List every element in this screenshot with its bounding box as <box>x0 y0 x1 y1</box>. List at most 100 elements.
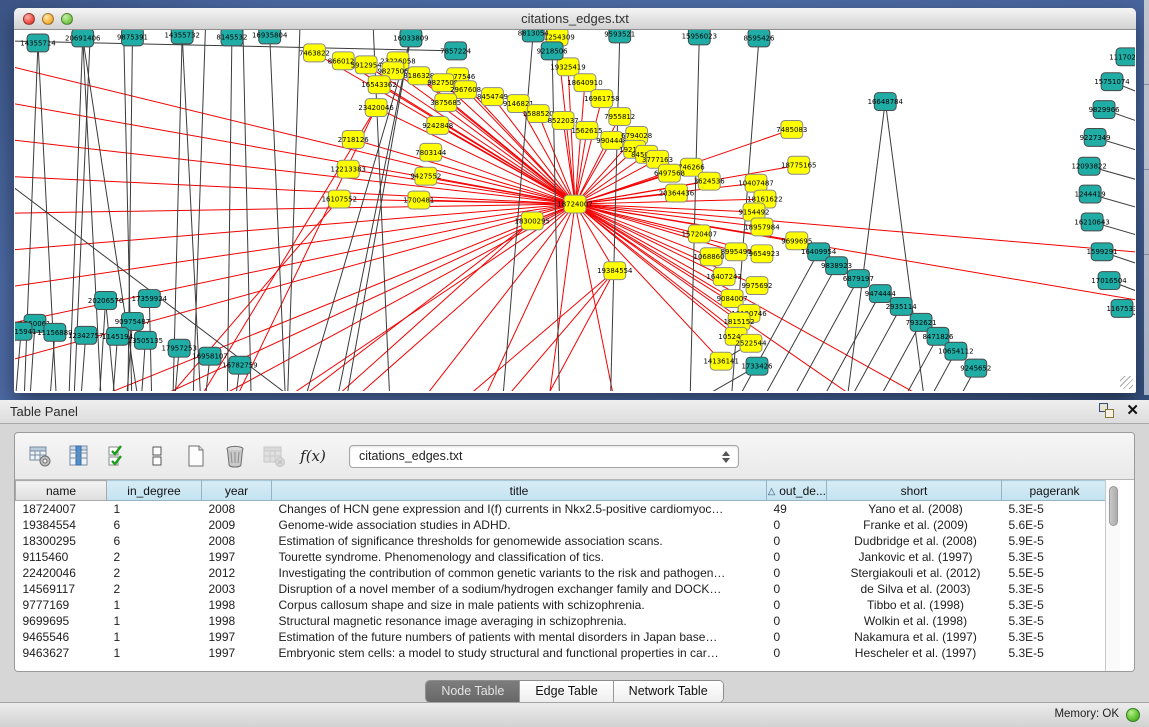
graph-node[interactable]: 14355732 <box>164 30 199 44</box>
graph-node[interactable]: 3624536 <box>694 172 725 190</box>
graph-node[interactable]: 7803144 <box>415 143 447 161</box>
table-row[interactable]: 911546021997Tourette syndrome. Phenomeno… <box>16 549 1108 565</box>
graph-node[interactable]: 18300295 <box>515 212 550 230</box>
table-cell: 0 <box>767 549 827 565</box>
function-builder-icon[interactable]: f(x) <box>298 440 328 472</box>
graph-node[interactable]: 9227349 <box>1080 128 1111 146</box>
table-cell: Stergiakouli et al. (2012) <box>827 565 1002 581</box>
graph-node[interactable]: 1700481 <box>403 191 434 209</box>
graph-node[interactable]: 16033809 <box>393 30 428 47</box>
graph-node[interactable]: 11170243 <box>1109 48 1135 66</box>
tab-node-table[interactable]: Node Table <box>426 681 520 702</box>
close-panel-icon[interactable]: ✕ <box>1126 403 1139 418</box>
graph-node-label: 12093822 <box>1071 163 1106 171</box>
graph-node[interactable]: 9975692 <box>742 277 773 295</box>
column-select-icon[interactable] <box>64 440 94 472</box>
graph-node[interactable]: 17359924 <box>132 290 168 308</box>
graph-edge <box>835 306 902 391</box>
table-scrollbar[interactable] <box>1105 480 1120 672</box>
graph-node[interactable]: 1244419 <box>1075 185 1106 203</box>
tab-edge-table[interactable]: Edge Table <box>520 681 613 702</box>
column-header-short[interactable]: short <box>827 481 1002 501</box>
graph-edge <box>431 271 615 391</box>
column-header-year[interactable]: year <box>202 481 272 501</box>
network-graph[interactable]: 1872400718300295193845547463822866012859… <box>15 30 1135 391</box>
column-header-pagerank[interactable]: pagerank <box>1002 481 1108 501</box>
graph-node[interactable]: 16935804 <box>252 30 288 44</box>
table-panel-title: Table Panel <box>10 404 78 419</box>
graph-node[interactable]: 9593521 <box>604 30 635 43</box>
graph-node[interactable]: 6879197 <box>843 270 874 288</box>
graph-node[interactable]: 2522544 <box>736 334 768 352</box>
table-selector-dropdown[interactable]: citations_edges.txt <box>349 445 739 468</box>
graph-node[interactable]: 6497568 <box>654 164 685 182</box>
graph-node[interactable]: 7857224 <box>440 42 472 60</box>
graph-node[interactable]: 18640910 <box>567 74 602 92</box>
graph-node[interactable]: 12093822 <box>1071 157 1106 175</box>
graph-node[interactable]: 7463822 <box>299 44 330 62</box>
new-file-icon[interactable] <box>181 440 211 472</box>
graph-node[interactable]: 1599291 <box>1087 243 1118 261</box>
select-all-icon[interactable] <box>103 440 133 472</box>
window-titlebar[interactable]: citations_edges.txt <box>14 8 1136 30</box>
graph-node[interactable]: 20206576 <box>88 292 123 310</box>
graph-node[interactable]: 16648784 <box>868 93 904 111</box>
graph-node[interactable]: 7485083 <box>776 120 807 138</box>
graph-node[interactable]: 9242848 <box>422 117 453 135</box>
graph-node-label: 7955812 <box>604 113 635 121</box>
graph-node[interactable]: 14355714 <box>20 34 56 52</box>
graph-node[interactable]: 15751074 <box>1094 73 1130 91</box>
graph-node[interactable]: 1733426 <box>742 357 773 375</box>
graph-node[interactable]: 9245652 <box>960 359 991 377</box>
table-row[interactable]: 1456911722003Disruption of a novel membe… <box>16 581 1108 597</box>
graph-node[interactable]: 18775165 <box>781 156 816 174</box>
graph-node[interactable]: 3875685 <box>430 94 461 112</box>
row-height-icon[interactable] <box>142 440 172 472</box>
graph-node-label: 16407243 <box>706 273 741 281</box>
table-row[interactable]: 946362711997Embryonic stem cells: a mode… <box>16 645 1108 661</box>
graph-node[interactable]: 20691406 <box>65 30 100 47</box>
column-header-title[interactable]: title <box>272 481 767 501</box>
column-header-name[interactable]: name <box>16 481 107 501</box>
graph-node-label: 7932621 <box>906 319 937 327</box>
window-resize-grip[interactable] <box>1120 376 1133 389</box>
delete-icon[interactable] <box>220 440 250 472</box>
table-row[interactable]: 946554611997Estimation of the future num… <box>16 629 1108 645</box>
graph-node[interactable]: 8145532 <box>216 30 247 46</box>
graph-node[interactable]: 19325419 <box>550 58 585 76</box>
graph-node-label: 9227349 <box>1080 134 1111 142</box>
graph-node[interactable]: 9427552 <box>410 167 441 185</box>
graph-node[interactable]: 16210643 <box>1074 213 1109 231</box>
graph-node[interactable]: 8995490 <box>721 243 752 261</box>
graph-node[interactable]: 16961758 <box>584 90 619 108</box>
table-row[interactable]: 977716911998Corpus callosum shape and si… <box>16 597 1108 613</box>
network-view-window[interactable]: citations_edges.txt 18724007183002951938… <box>14 8 1136 393</box>
table-scrollbar-thumb[interactable] <box>1109 486 1118 526</box>
graph-node[interactable]: 9218506 <box>537 42 568 60</box>
table-settings-icon[interactable] <box>25 440 55 472</box>
column-header-in_degree[interactable]: in_degree <box>107 481 202 501</box>
table-row[interactable]: 1872400712008Changes of HCN gene express… <box>16 501 1108 518</box>
table-panel-header: Table Panel ✕ <box>0 400 1149 424</box>
graph-node[interactable]: 7955812 <box>604 108 635 126</box>
table-row[interactable]: 1830029562008Estimation of significance … <box>16 533 1108 549</box>
graph-node[interactable]: 9829966 <box>1089 101 1120 119</box>
graph-node[interactable]: 20364436 <box>659 184 694 202</box>
graph-node[interactable]: 9875391 <box>117 30 148 46</box>
table-cell: 5.3E-5 <box>1002 549 1108 565</box>
graph-node[interactable]: 2718126 <box>338 130 369 148</box>
graph-node[interactable]: 19384554 <box>597 262 633 280</box>
graph-node[interactable]: 10407487 <box>738 174 773 192</box>
graph-node[interactable]: 1167533 <box>1106 300 1135 318</box>
float-panel-icon[interactable] <box>1099 403 1114 418</box>
table-row[interactable]: 2242004622012Investigating the contribut… <box>16 565 1108 581</box>
column-header-out_de[interactable]: △out_de... <box>767 481 827 501</box>
table-row[interactable]: 969969511998Structural magnetic resonanc… <box>16 613 1108 629</box>
graph-node[interactable]: 12213383 <box>331 160 366 178</box>
graph-node[interactable]: 15956023 <box>682 30 717 45</box>
graph-node[interactable]: 17016504 <box>1091 272 1127 290</box>
tab-network-table[interactable]: Network Table <box>614 681 723 702</box>
network-canvas[interactable]: 1872400718300295193845547463822866012859… <box>15 30 1135 391</box>
graph-node[interactable]: 8595426 <box>743 30 774 47</box>
table-row[interactable]: 1938455462009Genome-wide association stu… <box>16 517 1108 533</box>
